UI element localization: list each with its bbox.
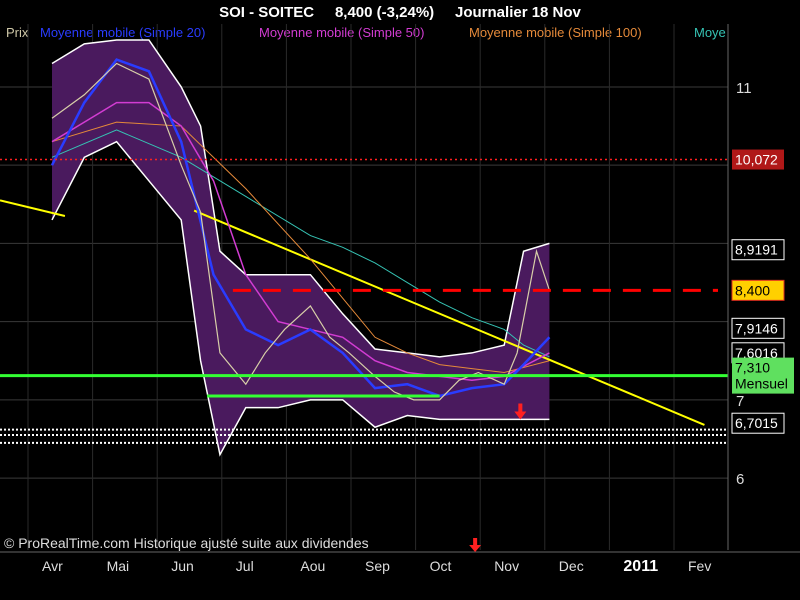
level-label: 7,310	[735, 360, 770, 376]
price-chart[interactable]: 10,0728,91918,4007,91467,60167,310Mensue…	[0, 0, 800, 600]
x-tick-label: Jul	[236, 558, 254, 574]
level-sublabel: Mensuel	[735, 376, 788, 392]
x-tick-label: Dec	[559, 558, 584, 574]
x-tick-label: Avr	[42, 558, 63, 574]
y-tick-label: 11	[736, 80, 752, 97]
x-tick-label: Mai	[107, 558, 130, 574]
x-tick-label: Aou	[300, 558, 325, 574]
x-tick-label: Jun	[171, 558, 194, 574]
y-tick-label: 7	[736, 393, 744, 410]
x-tick-label: 2011	[623, 558, 658, 575]
level-label: 7,9146	[735, 320, 778, 336]
x-tick-label: Oct	[430, 558, 452, 574]
y-tick-label: 6	[736, 471, 744, 488]
x-tick-label: Sep	[365, 558, 390, 574]
level-label: 6,7015	[735, 415, 778, 431]
x-tick-label: Nov	[494, 558, 519, 574]
credit-text: © ProRealTime.com Historique ajusté suit…	[4, 535, 369, 551]
axis-down-arrow	[469, 538, 482, 552]
level-label: 10,072	[735, 152, 778, 168]
x-tick-label: Fev	[688, 558, 711, 574]
level-label: 8,400	[735, 282, 770, 298]
level-label: 8,9191	[735, 242, 778, 258]
